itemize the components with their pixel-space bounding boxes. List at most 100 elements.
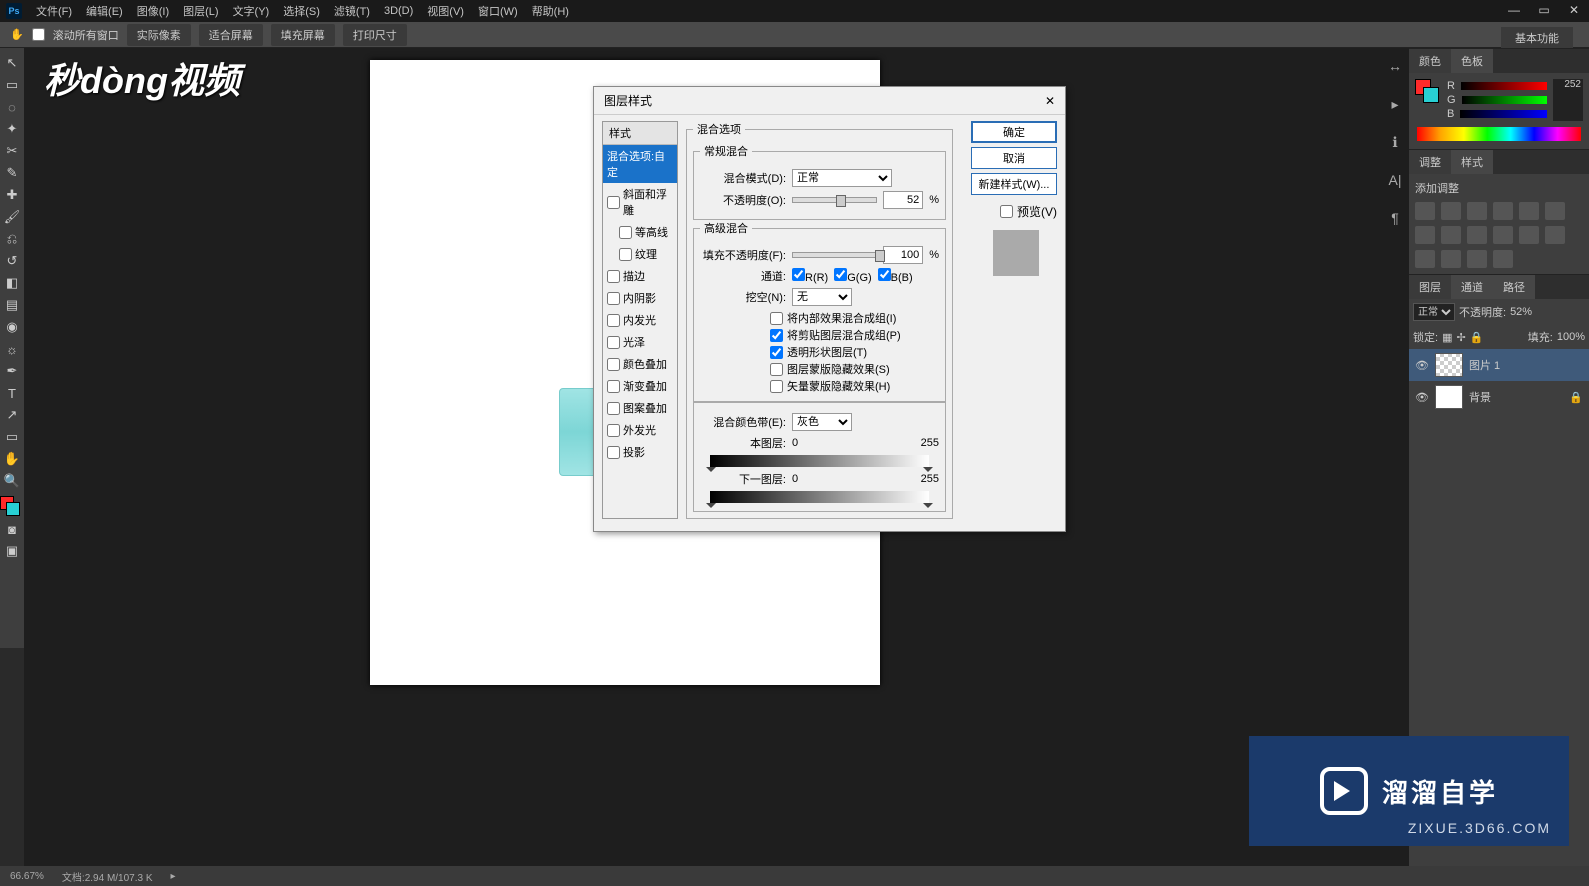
type-tool-icon[interactable]: T: [0, 382, 24, 404]
adj-invert-icon[interactable]: [1545, 226, 1565, 244]
panel-opacity-value[interactable]: 52%: [1510, 306, 1532, 318]
channel-b[interactable]: B(B): [878, 268, 913, 284]
workspace-label[interactable]: 基本功能: [1501, 27, 1573, 49]
move-tool-icon[interactable]: ↖: [0, 52, 24, 74]
style-item-bevel[interactable]: 斜面和浮雕: [603, 183, 677, 221]
style-check-contour[interactable]: [619, 226, 632, 239]
style-item-stroke[interactable]: 描边: [603, 265, 677, 287]
gradient-tool-icon[interactable]: ▤: [0, 294, 24, 316]
blend-clipped-checkbox[interactable]: [770, 329, 783, 342]
style-check-drop-shadow[interactable]: [607, 446, 620, 459]
doc-info[interactable]: 文档:2.94 M/107.3 K: [62, 869, 153, 884]
zoom-level[interactable]: 66.67%: [10, 871, 44, 882]
screenmode-icon[interactable]: ▣: [0, 540, 24, 562]
lasso-tool-icon[interactable]: ◌: [0, 96, 24, 118]
layer-thumbnail[interactable]: [1435, 385, 1463, 409]
lock-position-icon[interactable]: ✢: [1456, 331, 1465, 344]
status-arrow-icon[interactable]: ▸: [171, 871, 176, 882]
knockout-dropdown[interactable]: 无: [792, 288, 852, 306]
menu-3d[interactable]: 3D(D): [384, 5, 413, 17]
zoom-tool-icon[interactable]: 🔍: [0, 470, 24, 492]
fill-opacity-input[interactable]: [883, 246, 923, 264]
g-slider[interactable]: [1462, 96, 1547, 104]
lock-all-icon[interactable]: 🔒: [1470, 331, 1484, 344]
style-check-texture[interactable]: [619, 248, 632, 261]
fill-screen-button[interactable]: 填充屏幕: [271, 24, 335, 46]
channel-r-checkbox[interactable]: [792, 268, 805, 281]
tab-layers[interactable]: 图层: [1409, 275, 1451, 299]
adj-photo-icon[interactable]: [1467, 226, 1487, 244]
visibility-icon[interactable]: 👁: [1415, 391, 1429, 404]
tab-channels[interactable]: 通道: [1451, 275, 1493, 299]
channel-g-checkbox[interactable]: [834, 268, 847, 281]
dialog-close-icon[interactable]: ✕: [1045, 94, 1055, 108]
layer-row-selected[interactable]: 👁 图片 1: [1409, 349, 1589, 381]
color-panel-swatches[interactable]: [1415, 79, 1441, 105]
adj-curves-icon[interactable]: [1467, 202, 1487, 220]
adj-exposure-icon[interactable]: [1493, 202, 1513, 220]
style-check-outer-glow[interactable]: [607, 424, 620, 437]
blend-mode-select[interactable]: 正常: [1413, 303, 1455, 321]
style-item-drop-shadow[interactable]: 投影: [603, 441, 677, 463]
char-panel-icon[interactable]: A|: [1383, 170, 1407, 190]
style-check-inner-glow[interactable]: [607, 314, 620, 327]
eyedropper-tool-icon[interactable]: ✎: [0, 162, 24, 184]
actual-pixels-button[interactable]: 实际像素: [127, 24, 191, 46]
adj-thresh-icon[interactable]: [1441, 250, 1461, 268]
style-item-texture[interactable]: 纹理: [603, 243, 677, 265]
style-check-pattern-overlay[interactable]: [607, 402, 620, 415]
menu-layer[interactable]: 图层(L): [183, 3, 218, 19]
channel-b-checkbox[interactable]: [878, 268, 891, 281]
scroll-all-windows-checkbox[interactable]: [32, 28, 45, 41]
style-item-blending[interactable]: 混合选项:自定: [603, 145, 677, 183]
menu-type[interactable]: 文字(Y): [233, 3, 270, 19]
layer-name[interactable]: 图片 1: [1469, 357, 1500, 373]
menu-image[interactable]: 图像(I): [137, 3, 169, 19]
tab-paths[interactable]: 路径: [1493, 275, 1535, 299]
preview-toggle[interactable]: 预览(V): [1000, 203, 1057, 220]
wand-tool-icon[interactable]: ✦: [0, 118, 24, 140]
menu-filter[interactable]: 滤镜(T): [334, 3, 370, 19]
info-panel-icon[interactable]: ℹ: [1383, 132, 1407, 152]
menu-file[interactable]: 文件(F): [36, 3, 72, 19]
bg-color[interactable]: [6, 502, 20, 516]
style-item-inner-glow[interactable]: 内发光: [603, 309, 677, 331]
adj-selcolor-icon[interactable]: [1493, 250, 1513, 268]
adj-brightness-icon[interactable]: [1415, 202, 1435, 220]
adj-balance-icon[interactable]: [1415, 226, 1435, 244]
tab-adjustments[interactable]: 调整: [1409, 150, 1451, 174]
layer-name[interactable]: 背景: [1469, 389, 1491, 405]
print-size-button[interactable]: 打印尺寸: [343, 24, 407, 46]
style-item-color-overlay[interactable]: 颜色叠加: [603, 353, 677, 375]
b-slider[interactable]: [1460, 110, 1547, 118]
cancel-button[interactable]: 取消: [971, 147, 1057, 169]
r-value[interactable]: 252: [1553, 79, 1583, 93]
blend-if-dropdown[interactable]: 灰色: [792, 413, 852, 431]
close-button[interactable]: ✕: [1559, 0, 1589, 20]
menu-edit[interactable]: 编辑(E): [86, 3, 123, 19]
ok-button[interactable]: 确定: [971, 121, 1057, 143]
dodge-tool-icon[interactable]: ☼: [0, 338, 24, 360]
adj-vibrance-icon[interactable]: [1519, 202, 1539, 220]
history-brush-icon[interactable]: ↺: [0, 250, 24, 272]
menu-window[interactable]: 窗口(W): [478, 3, 518, 19]
adj-lut-icon[interactable]: [1519, 226, 1539, 244]
minimize-button[interactable]: —: [1499, 0, 1529, 20]
adj-hue-icon[interactable]: [1545, 202, 1565, 220]
opacity-input[interactable]: [883, 191, 923, 209]
channel-r[interactable]: R(R): [792, 268, 828, 284]
style-check-inner-shadow[interactable]: [607, 292, 620, 305]
style-check-satin[interactable]: [607, 336, 620, 349]
heal-tool-icon[interactable]: ✚: [0, 184, 24, 206]
style-item-satin[interactable]: 光泽: [603, 331, 677, 353]
new-style-button[interactable]: 新建样式(W)...: [971, 173, 1057, 195]
blend-mode-dropdown[interactable]: 正常: [792, 169, 892, 187]
menu-view[interactable]: 视图(V): [427, 3, 464, 19]
maximize-button[interactable]: ▭: [1529, 0, 1559, 20]
style-check-stroke[interactable]: [607, 270, 620, 283]
para-panel-icon[interactable]: ¶: [1383, 208, 1407, 228]
brush-tool-icon[interactable]: 🖌: [0, 206, 24, 228]
hue-strip[interactable]: [1417, 127, 1581, 141]
adj-mixer-icon[interactable]: [1493, 226, 1513, 244]
adj-levels-icon[interactable]: [1441, 202, 1461, 220]
